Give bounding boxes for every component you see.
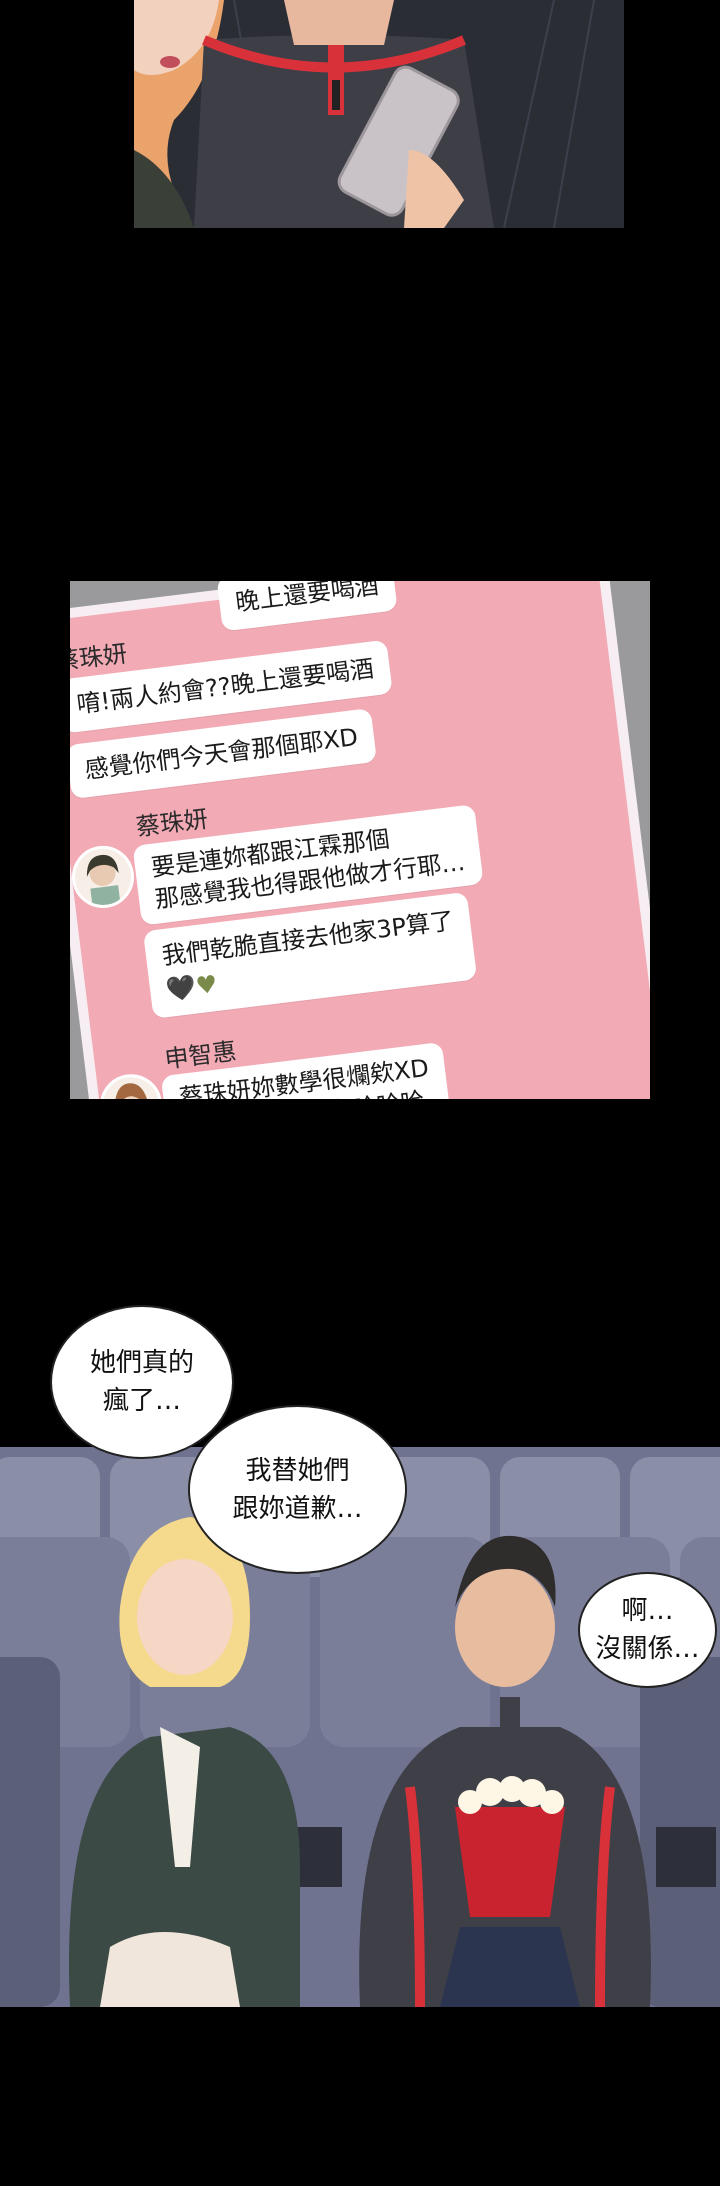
chat-screen: 晚上還要喝酒 蔡珠妍 唷!兩人約會??晚上還要喝酒 感覺你們今天會那個耶XD 蔡…	[70, 581, 650, 1099]
speech-bubble: 我替她們 跟妳道歉…	[188, 1405, 407, 1574]
speech-bubble: 她們真的 瘋了…	[50, 1305, 234, 1459]
sender-name: 蔡珠妍	[134, 804, 210, 842]
sender-name: 蔡珠妍	[70, 639, 129, 677]
speech-bubble-text: 啊… 沒關係…	[595, 1596, 700, 1664]
comic-panel-1	[134, 0, 624, 228]
avatar-icon	[86, 854, 121, 907]
comic-panel-2-chat: 晚上還要喝酒 蔡珠妍 唷!兩人約會??晚上還要喝酒 感覺你們今天會那個耶XD 蔡…	[70, 581, 650, 1099]
phone-screen: 晚上還要喝酒 蔡珠妍 唷!兩人約會??晚上還要喝酒 感覺你們今天會那個耶XD 蔡…	[70, 581, 650, 1099]
panel-1-illustration	[134, 0, 624, 228]
avatar-icon	[114, 1083, 151, 1099]
chat-message-partial: 晚上還要喝酒	[216, 581, 398, 632]
speech-bubble-text: 她們真的 瘋了…	[89, 1348, 194, 1416]
avatar	[96, 1070, 166, 1099]
avatar	[70, 842, 138, 912]
heart-emoji: 🖤♥	[164, 969, 220, 1004]
speech-bubble-text: 我替她們 跟妳道歉…	[232, 1455, 363, 1524]
speech-bubble: 啊… 沒關係…	[578, 1572, 717, 1688]
